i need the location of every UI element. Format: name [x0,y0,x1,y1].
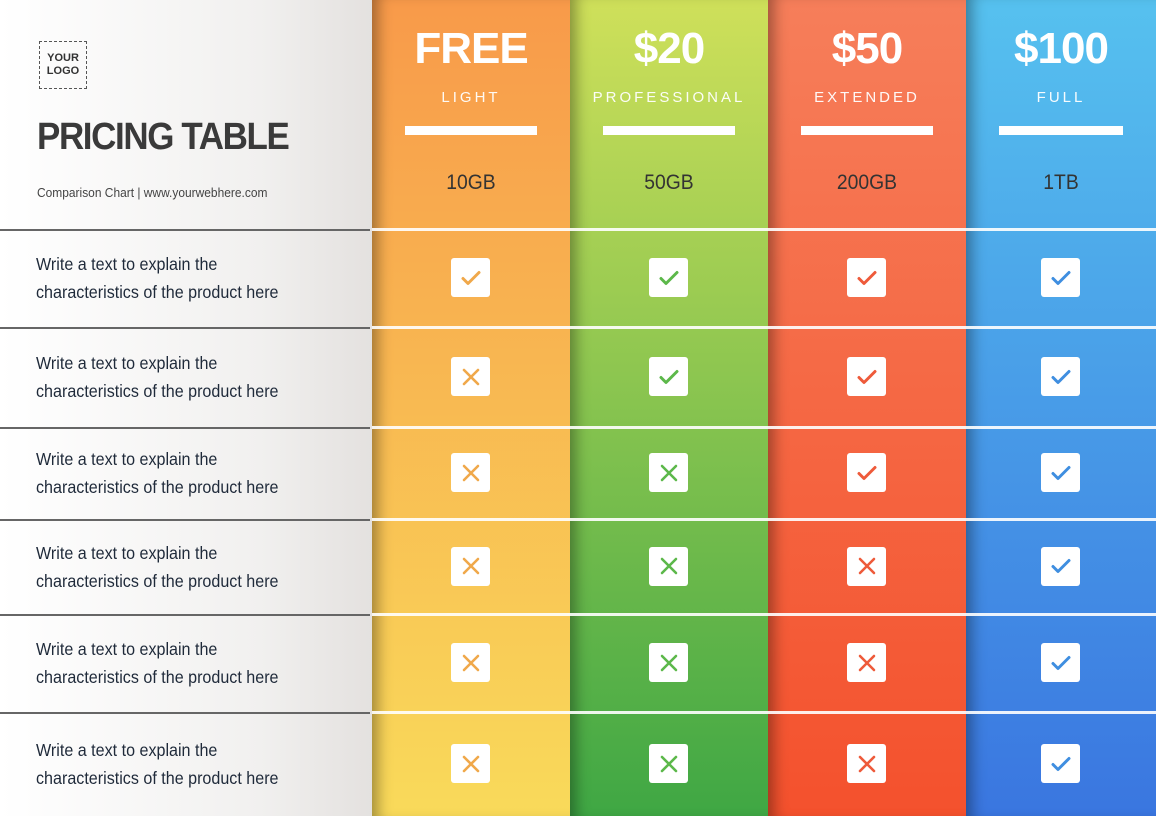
cross-icon [451,357,490,396]
plan-tier: FULL [1036,89,1086,106]
row-divider [372,613,570,616]
plan-column: FREE LIGHT 10GB [372,0,570,816]
cross-icon [451,744,490,783]
feature-line-2: characteristics of the product here [36,381,279,401]
feature-line-1: Write a text to explain the [36,542,218,563]
plan-column: $100 FULL 1TB [966,0,1156,816]
cross-icon [649,453,688,492]
row-divider [570,426,768,429]
plan-price: FREE [414,24,528,73]
feature-line-2: characteristics of the product here [36,570,279,591]
feature-row: Write a text to explain the characterist… [0,712,370,816]
feature-row: Write a text to explain the characterist… [0,614,370,712]
check-icon [1041,258,1080,297]
check-icon [1041,643,1080,682]
feature-row: Write a text to explain the characterist… [0,519,370,614]
plan-storage: 1TB [1043,171,1079,194]
row-divider [768,426,966,429]
row-divider [570,518,768,521]
row-divider [966,426,1156,429]
row-divider [966,711,1156,714]
logo-text: YOUR [47,52,79,64]
row-divider [372,711,570,714]
feature-line-1: Write a text to explain the [36,449,218,469]
cross-icon [451,643,490,682]
cross-icon [847,744,886,783]
plan-price: $50 [831,24,903,73]
cross-icon [649,546,688,586]
row-divider [570,711,768,714]
row-divider [768,228,966,231]
feature-line-1: Write a text to explain the [36,639,218,659]
check-icon [1041,453,1080,492]
row-divider [372,326,570,329]
plan-price: $20 [633,24,705,73]
feature-line-2: characteristics of the product here [36,282,279,302]
cross-icon [649,643,688,682]
row-divider [768,613,966,616]
feature-line-2: characteristics of the product here [36,768,279,788]
check-icon [1041,546,1080,586]
feature-line-2: characteristics of the product here [36,667,279,687]
plan-column: $50 EXTENDED 200GB [768,0,966,816]
plan-price: $100 [1014,24,1109,73]
subtitle: Comparison Chart | www.yourwebhere.com [37,185,268,200]
row-divider [570,228,768,231]
check-icon [847,357,886,396]
row-divider [372,228,570,231]
feature-row: Write a text to explain the characterist… [0,229,370,327]
plan-storage: 50GB [644,171,694,194]
plan-column: $20 PROFESSIONAL 50GB [570,0,768,816]
check-icon [451,258,490,297]
feature-line-1: Write a text to explain the [36,740,218,760]
feature-line-2: characteristics of the product here [36,477,279,497]
plan-tier: EXTENDED [814,89,920,106]
divider-bar [603,126,735,135]
row-divider [768,518,966,521]
row-divider [768,326,966,329]
plan-tier: LIGHT [441,89,501,106]
row-divider [966,326,1156,329]
feature-line-1: Write a text to explain the [36,254,218,274]
divider-bar [801,126,933,135]
cross-icon [649,744,688,783]
cross-icon [451,453,490,492]
row-divider [570,326,768,329]
check-icon [847,258,886,297]
plan-tier: PROFESSIONAL [592,89,746,106]
row-divider [768,711,966,714]
logo-text: LOGO [46,65,80,77]
cross-icon [847,546,886,586]
feature-line-1: Write a text to explain the [36,353,218,373]
logo-placeholder: YOUR LOGO [39,41,87,89]
row-divider [372,426,570,429]
row-divider [570,613,768,616]
divider-bar [999,126,1123,135]
row-divider [966,228,1156,231]
check-icon [847,453,886,492]
feature-row: Write a text to explain the characterist… [0,427,370,519]
divider-bar [405,126,537,135]
row-divider [372,518,570,521]
check-icon [649,357,688,396]
check-icon [649,258,688,297]
cross-icon [847,643,886,682]
plan-storage: 200GB [836,171,898,194]
check-icon [1041,744,1080,783]
feature-row: Write a text to explain the characterist… [0,327,370,427]
plan-storage: 10GB [446,171,496,194]
row-divider [966,613,1156,616]
check-icon [1041,357,1080,396]
row-divider [966,518,1156,521]
cross-icon [451,546,490,586]
page-title: PRICING TABLE [37,116,290,158]
